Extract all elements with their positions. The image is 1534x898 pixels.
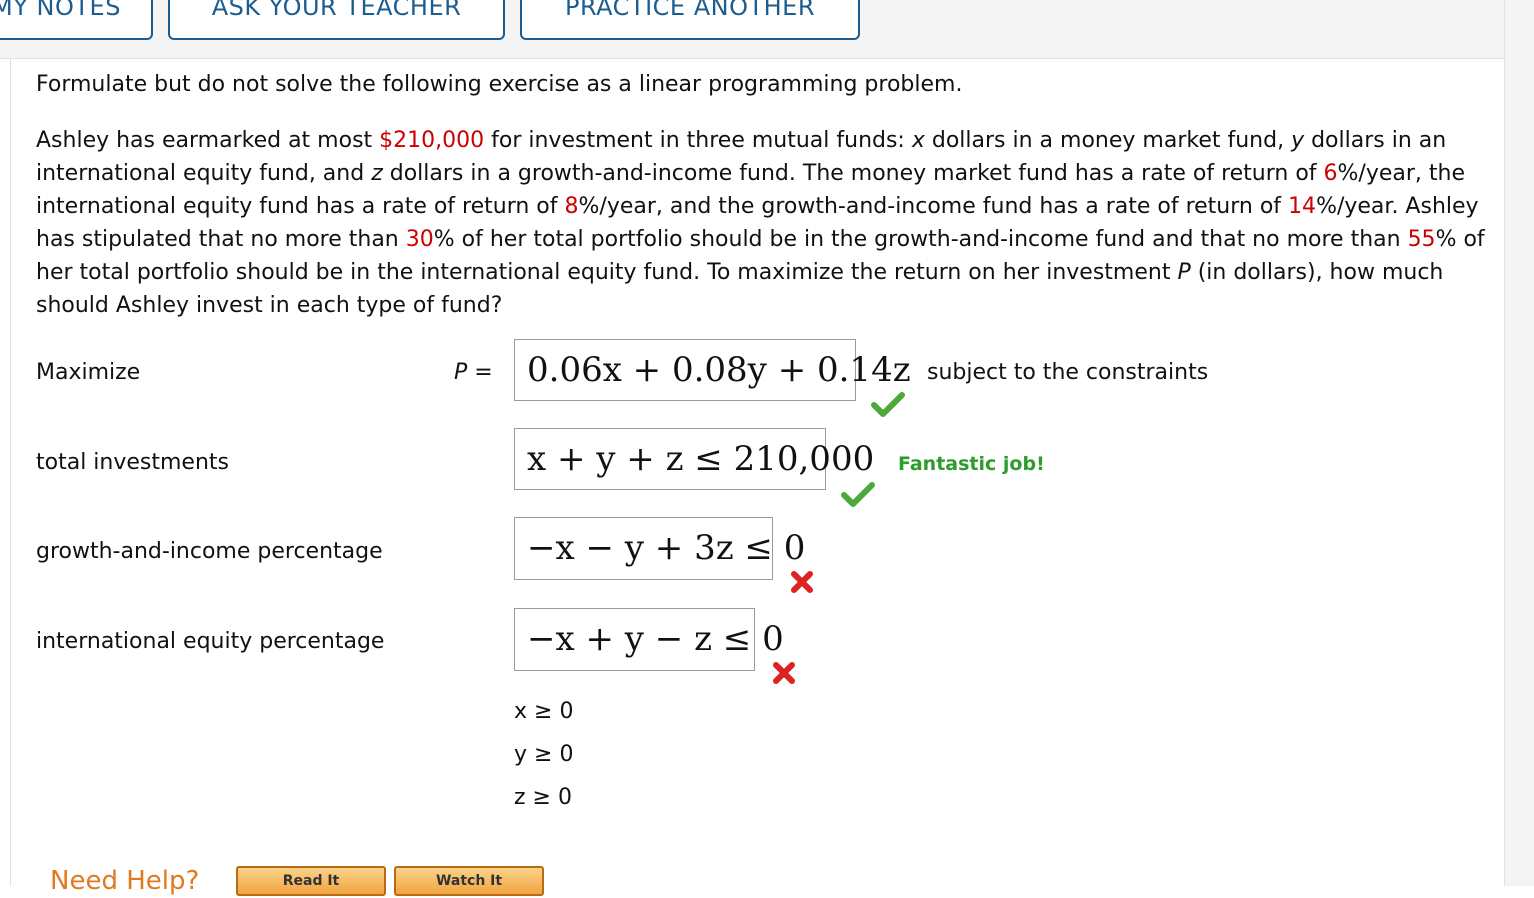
budget-amount: $210,000 (379, 128, 485, 153)
instruction-text: Formulate but do not solve the following… (36, 72, 963, 97)
ask-your-teacher-button[interactable]: ASK YOUR TEACHER (168, 0, 505, 40)
total-investments-label: total investments (36, 450, 229, 475)
growth-rate: 14 (1288, 194, 1317, 219)
money-market-rate: 6 (1323, 161, 1338, 186)
equity-rate: 8 (564, 194, 579, 219)
practice-another-button[interactable]: PRACTICE ANOTHER (520, 0, 860, 40)
read-it-button[interactable]: Read It (236, 866, 386, 896)
problem-text: Ashley has earmarked at most $210,000 fo… (36, 128, 1485, 318)
subject-to-label: subject to the constraints (927, 360, 1209, 385)
my-notes-button[interactable]: MY NOTES (0, 0, 153, 40)
growth-income-percentage-label: growth-and-income percentage (36, 539, 383, 564)
growth-income-percentage-input[interactable]: −x − y + 3z ≤ 0 (514, 517, 805, 580)
feedback-message: Fantastic job! (898, 453, 1045, 475)
growth-limit-percent: 30 (405, 227, 434, 252)
international-equity-percentage-label: international equity percentage (36, 629, 385, 654)
cross-icon (791, 571, 813, 593)
need-help-label: Need Help? (50, 866, 200, 896)
objective-p-label: P = (454, 360, 493, 385)
equity-limit-percent: 55 (1407, 227, 1436, 252)
cross-icon (773, 662, 795, 684)
international-equity-percentage-input[interactable]: −x + y − z ≤ 0 (514, 608, 784, 671)
watch-it-button[interactable]: Watch It (394, 866, 544, 896)
content-border (10, 58, 11, 886)
x-nonnegativity: x ≥ 0 (514, 699, 574, 724)
check-icon (871, 392, 905, 417)
z-nonnegativity: z ≥ 0 (514, 785, 572, 810)
maximize-label: Maximize (36, 360, 141, 385)
y-nonnegativity: y ≥ 0 (514, 742, 574, 767)
right-gutter (1504, 0, 1534, 886)
check-icon (841, 482, 875, 507)
total-investments-input[interactable]: x + y + z ≤ 210,000 (514, 428, 874, 490)
objective-function-input[interactable]: 0.06x + 0.08y + 0.14z (514, 339, 911, 401)
